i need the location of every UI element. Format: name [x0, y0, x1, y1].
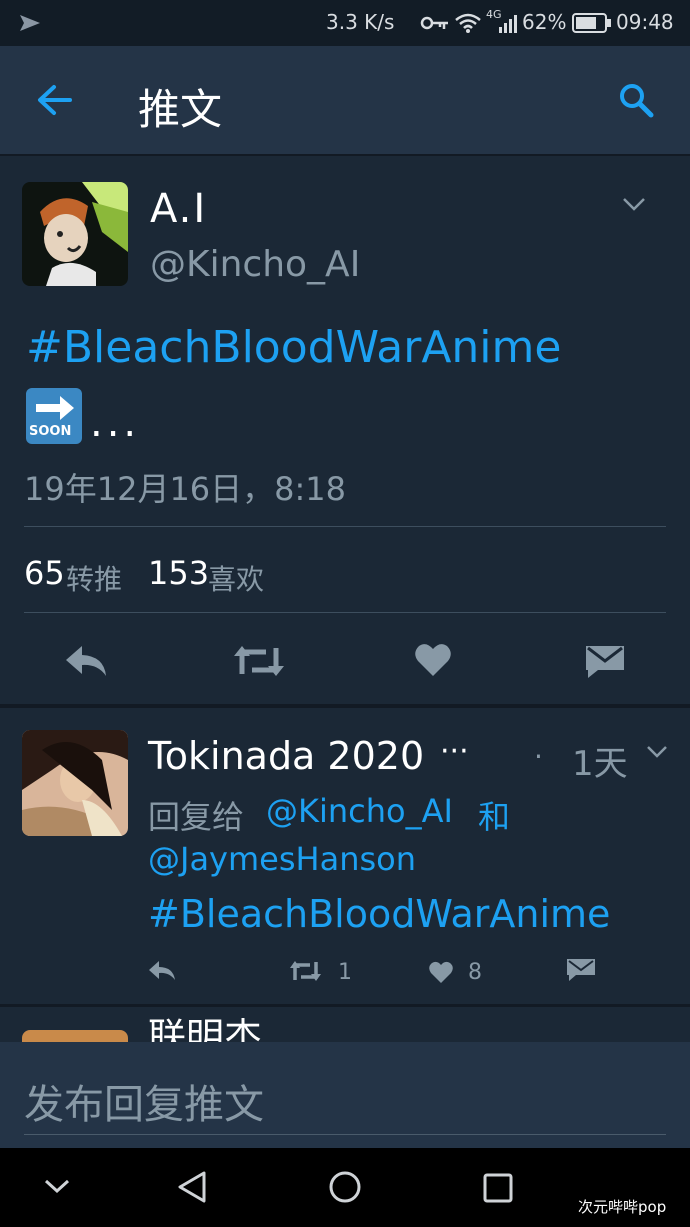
key-icon — [420, 16, 448, 30]
retweet-icon[interactable] — [232, 644, 286, 678]
reply-time-separator: · — [534, 740, 543, 773]
divider — [24, 526, 666, 527]
send-icon — [20, 15, 40, 31]
reply-and-link[interactable]: 和 — [478, 792, 510, 838]
reply-to-user-link[interactable]: @Kincho_AI — [266, 792, 453, 830]
soon-arrow-emoji: SOON — [26, 388, 82, 444]
reply-time: 1天 — [572, 744, 628, 784]
battery-percent: 62% — [522, 10, 567, 34]
reply-to-label: 回复给 — [148, 798, 245, 836]
heart-icon[interactable] — [414, 642, 452, 678]
avatar-image — [22, 182, 128, 286]
back-triangle-icon[interactable] — [176, 1170, 208, 1204]
tweet-action-bar — [0, 614, 690, 706]
chevron-down-icon[interactable] — [44, 1178, 70, 1194]
author-handle[interactable]: @Kincho_AI — [150, 244, 360, 285]
direct-message-icon[interactable] — [566, 958, 596, 982]
chevron-down-icon[interactable] — [622, 196, 646, 212]
retweet-icon[interactable] — [288, 960, 322, 982]
reply-icon[interactable] — [148, 960, 176, 982]
avatar[interactable] — [22, 182, 128, 286]
status-bar: 3.3 K/s 4G 62% 09:48 — [0, 0, 690, 46]
reply-to-user-link[interactable]: @JaymesHanson — [148, 840, 416, 878]
signal-icon — [499, 15, 517, 33]
soon-label: SOON — [29, 424, 72, 439]
tweet-hashtag[interactable]: #BleachBloodWarAnime — [26, 322, 561, 373]
reply-hashtag[interactable]: #BleachBloodWarAnime — [148, 892, 610, 936]
tweet-ellipsis: ... — [90, 400, 141, 446]
compose-underline — [24, 1134, 666, 1135]
section-separator — [0, 1004, 690, 1007]
reply-author-name[interactable]: Tokinada 2020 — [148, 734, 424, 778]
reply-avatar-image — [22, 730, 128, 836]
like-count[interactable]: 153 — [148, 554, 209, 592]
app-header — [0, 46, 690, 156]
search-icon[interactable] — [618, 82, 654, 118]
chevron-down-icon[interactable] — [646, 744, 668, 760]
heart-icon[interactable] — [428, 960, 454, 984]
watermark: 次元哔哔pop — [578, 1198, 667, 1216]
reply-icon[interactable] — [64, 644, 108, 678]
reply-retweet-count: 1 — [338, 960, 352, 985]
arrow-left-icon[interactable] — [36, 84, 72, 116]
retweet-count[interactable]: 65 — [24, 554, 65, 592]
author-name[interactable]: A.I — [150, 186, 207, 232]
recents-square-icon[interactable] — [482, 1172, 514, 1204]
tweet-timestamp: 19年12月16日，8:18 — [24, 470, 347, 508]
page-title: 推文 — [138, 85, 223, 134]
divider — [24, 612, 666, 613]
battery-icon — [572, 13, 611, 33]
home-circle-icon[interactable] — [328, 1170, 362, 1204]
network-speed: 3.3 K/s — [326, 10, 395, 34]
wifi-icon — [455, 13, 481, 33]
direct-message-icon[interactable] — [584, 644, 626, 680]
retweet-label[interactable]: 转推 — [66, 558, 122, 598]
clock: 09:48 — [616, 10, 674, 34]
reply-like-count: 8 — [468, 960, 482, 985]
next-tweet-author-text: 联明杰 — [148, 1018, 263, 1042]
reply-more-dots: ··· — [440, 734, 469, 769]
next-tweet-author[interactable]: 联明杰 — [148, 1018, 568, 1042]
like-label[interactable]: 喜欢 — [208, 558, 264, 598]
reply-avatar[interactable] — [22, 730, 128, 836]
section-separator — [0, 704, 690, 708]
compose-reply-input[interactable]: 发布回复推文 — [24, 1072, 264, 1130]
